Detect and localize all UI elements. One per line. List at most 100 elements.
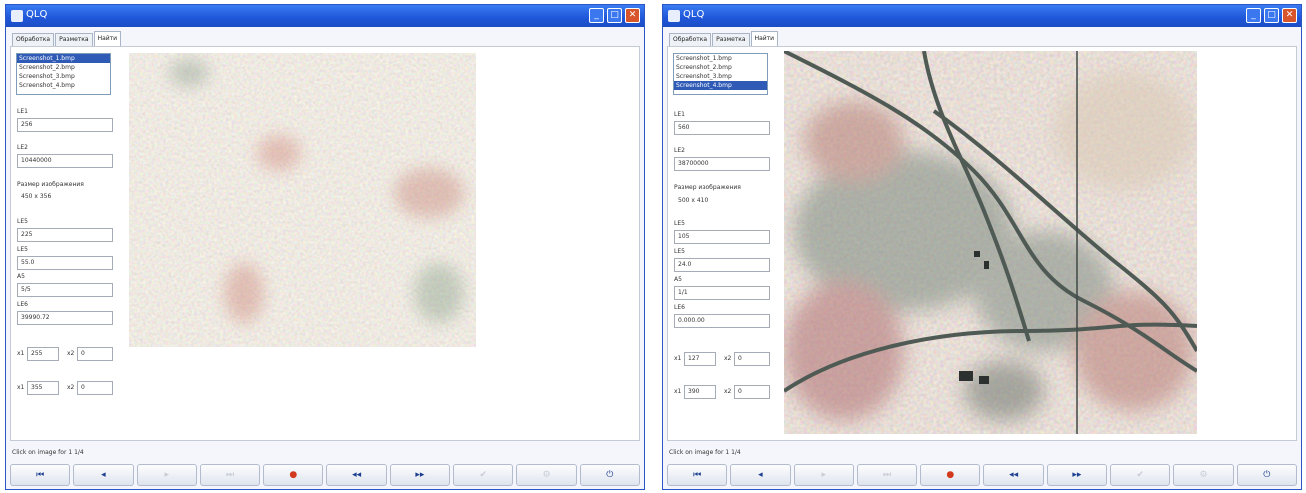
forward-button[interactable]: ▸▸ — [389, 464, 451, 486]
last-button[interactable]: ⏭ — [199, 464, 261, 486]
image-size-value: 450 x 356 — [21, 193, 52, 200]
window-title: QLQ — [26, 9, 48, 20]
y1-field[interactable]: 0 — [77, 347, 113, 361]
minimize-button[interactable]: _ — [589, 8, 604, 23]
tab-panel: Screenshot_1.bmp Screenshot_2.bmp Screen… — [10, 46, 640, 441]
last-button[interactable]: ⏭ — [856, 464, 918, 486]
app-window-2: QLQ _ □ ✕ Обработка Разметка Найти Scree… — [662, 4, 1302, 490]
le6-label: LE6 — [674, 304, 685, 311]
close-button[interactable]: ✕ — [1282, 8, 1297, 23]
y2-label: x2 — [67, 384, 75, 391]
le6-field[interactable]: 39990.72 — [17, 311, 113, 325]
le3-field[interactable]: 225 — [17, 228, 113, 242]
list-item[interactable]: Screenshot_4.bmp — [674, 81, 767, 90]
list-item[interactable]: Screenshot_2.bmp — [674, 63, 767, 72]
tab-strip: Обработка Разметка Найти — [12, 31, 122, 47]
le2-label: LE2 — [17, 144, 28, 151]
x1-field[interactable]: 255 — [27, 347, 59, 361]
power-button[interactable]: ⏻ — [579, 464, 640, 486]
image-size-label: Размер изображения — [17, 181, 84, 188]
list-item[interactable]: Screenshot_1.bmp — [17, 54, 110, 63]
rewind-button[interactable]: ◂◂ — [326, 464, 387, 486]
maximize-button[interactable]: □ — [1264, 8, 1279, 23]
le2-field[interactable]: 38700000 — [674, 157, 770, 171]
image-size-value: 500 x 410 — [678, 197, 709, 204]
prev-button[interactable]: ◂ — [73, 464, 134, 486]
le3-label: LE5 — [674, 220, 685, 227]
x2-field[interactable]: 355 — [27, 381, 59, 395]
le1-field[interactable]: 560 — [674, 121, 770, 135]
le4-field[interactable]: 55.0 — [17, 256, 113, 270]
toolbar: ⏮ ◂ ▸ ⏭ ● ◂◂ ▸▸ ✔ ⚙ ⏻ — [10, 464, 640, 488]
x1-field[interactable]: 127 — [684, 352, 716, 366]
record-button[interactable]: ● — [920, 464, 981, 486]
tab-markup[interactable]: Разметка — [55, 33, 93, 46]
tab-processing[interactable]: Обработка — [669, 33, 712, 46]
toolbar: ⏮ ◂ ▸ ⏭ ● ◂◂ ▸▸ ✔ ⚙ ⏻ — [667, 464, 1297, 488]
check-button[interactable]: ✔ — [453, 464, 514, 486]
rewind-button[interactable]: ◂◂ — [983, 464, 1044, 486]
list-item[interactable]: Screenshot_4.bmp — [17, 81, 110, 90]
x2-label: x1 — [17, 384, 25, 391]
y2-field[interactable]: 0 — [77, 381, 113, 395]
power-button[interactable]: ⏻ — [1236, 464, 1297, 486]
maximize-button[interactable]: □ — [607, 8, 622, 23]
x1-label: x1 — [17, 350, 25, 357]
y2-field[interactable]: 0 — [734, 385, 770, 399]
settings-button[interactable]: ⚙ — [516, 464, 577, 486]
satellite-roads-image — [784, 51, 1197, 434]
y1-label: x2 — [67, 350, 75, 357]
tab-panel: Screenshot_1.bmp Screenshot_2.bmp Screen… — [667, 46, 1297, 441]
status-text: Click on image for 1 1/4 — [669, 449, 741, 456]
list-item[interactable]: Screenshot_2.bmp — [17, 63, 110, 72]
settings-button[interactable]: ⚙ — [1173, 464, 1234, 486]
satellite-texture-image — [129, 53, 476, 347]
satellite-image-canvas[interactable] — [129, 53, 476, 347]
app-window-1: QLQ _ □ ✕ Обработка Разметка Найти Scree… — [5, 4, 645, 490]
first-button[interactable]: ⏮ — [667, 464, 728, 486]
app-icon — [668, 10, 680, 22]
next-button[interactable]: ▸ — [793, 464, 854, 486]
list-item[interactable]: Screenshot_1.bmp — [674, 54, 767, 63]
forward-button[interactable]: ▸▸ — [1046, 464, 1108, 486]
x2-field[interactable]: 390 — [684, 385, 716, 399]
le3-label: LE5 — [17, 218, 28, 225]
title-bar[interactable]: QLQ _ □ ✕ — [6, 5, 644, 27]
le1-label: LE1 — [674, 111, 685, 118]
le3-field[interactable]: 105 — [674, 230, 770, 244]
record-button[interactable]: ● — [263, 464, 324, 486]
le4-label: LE5 — [17, 246, 28, 253]
le1-label: LE1 — [17, 108, 28, 115]
le6-field[interactable]: 0.000.00 — [674, 314, 770, 328]
x1-label: x1 — [674, 355, 682, 362]
minimize-button[interactable]: _ — [1246, 8, 1261, 23]
y1-field[interactable]: 0 — [734, 352, 770, 366]
a5-field[interactable]: 1/1 — [674, 286, 770, 300]
tab-processing[interactable]: Обработка — [12, 33, 55, 46]
tab-find[interactable]: Найти — [750, 31, 779, 46]
a5-label: A5 — [674, 276, 682, 283]
status-text: Click on image for 1 1/4 — [12, 449, 84, 456]
x2-label: x1 — [674, 388, 682, 395]
first-button[interactable]: ⏮ — [10, 464, 71, 486]
le4-label: LE5 — [674, 248, 685, 255]
list-item[interactable]: Screenshot_3.bmp — [17, 72, 110, 81]
check-button[interactable]: ✔ — [1110, 464, 1171, 486]
file-list[interactable]: Screenshot_1.bmp Screenshot_2.bmp Screen… — [16, 53, 111, 95]
le2-field[interactable]: 10440000 — [17, 154, 113, 168]
tab-markup[interactable]: Разметка — [712, 33, 750, 46]
le6-label: LE6 — [17, 301, 28, 308]
le1-field[interactable]: 256 — [17, 118, 113, 132]
next-button[interactable]: ▸ — [136, 464, 197, 486]
file-list[interactable]: Screenshot_1.bmp Screenshot_2.bmp Screen… — [673, 53, 768, 95]
title-bar[interactable]: QLQ _ □ ✕ — [663, 5, 1301, 27]
prev-button[interactable]: ◂ — [730, 464, 791, 486]
le4-field[interactable]: 24.0 — [674, 258, 770, 272]
y2-label: x2 — [724, 388, 732, 395]
tab-find[interactable]: Найти — [93, 31, 122, 46]
close-button[interactable]: ✕ — [625, 8, 640, 23]
window-title: QLQ — [683, 9, 705, 20]
list-item[interactable]: Screenshot_3.bmp — [674, 72, 767, 81]
a5-field[interactable]: 5/5 — [17, 283, 113, 297]
satellite-image-canvas[interactable] — [784, 51, 1197, 434]
